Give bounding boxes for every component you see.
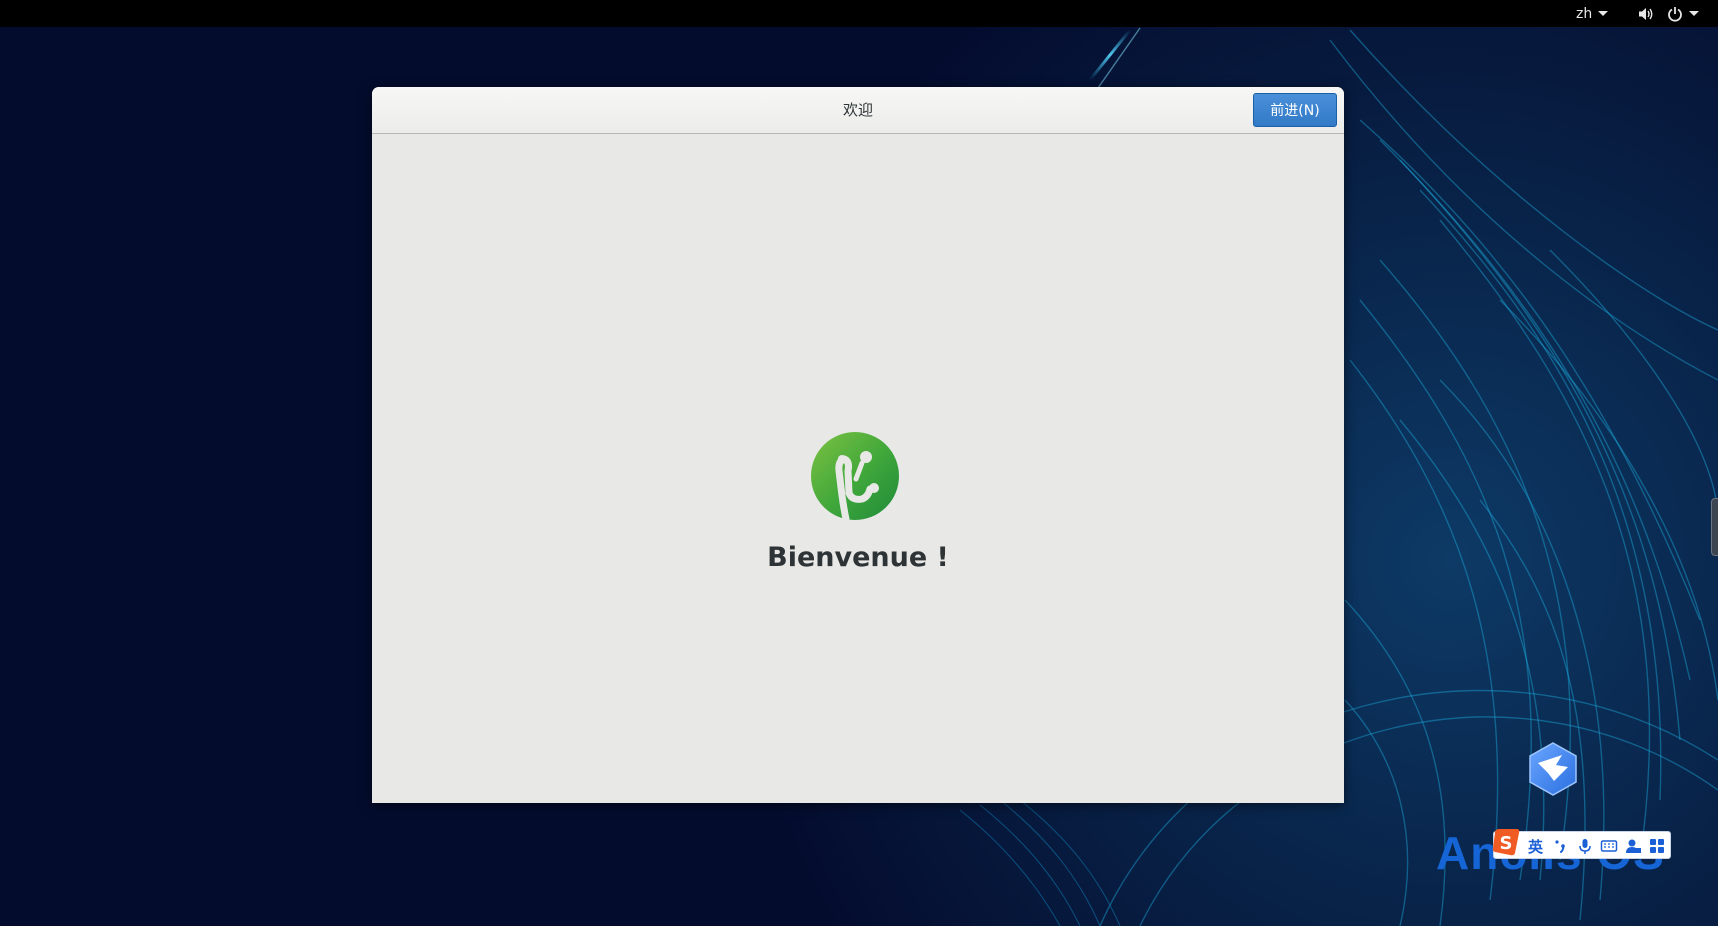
next-button[interactable]: 前进(N) bbox=[1253, 93, 1337, 127]
punctuation-icon[interactable] bbox=[1552, 837, 1570, 855]
power-icon bbox=[1668, 6, 1682, 22]
anolis-leaf-logo-icon bbox=[811, 432, 899, 521]
sogou-s-icon[interactable]: S bbox=[1491, 827, 1521, 857]
language-indicator[interactable]: zh bbox=[1576, 0, 1609, 27]
anolis-bird-logo-icon bbox=[1529, 742, 1577, 796]
side-panel-handle[interactable] bbox=[1711, 498, 1718, 556]
dialog-title: 欢迎 bbox=[842, 101, 873, 119]
grid-icon[interactable] bbox=[1648, 837, 1666, 855]
input-method-toolbar: S 英 bbox=[1492, 829, 1671, 859]
dialog-body: Bienvenue ! bbox=[372, 134, 1344, 803]
ime-mode-label[interactable]: 英 bbox=[1528, 836, 1543, 857]
welcome-heading: Bienvenue ! bbox=[767, 542, 949, 573]
language-label: zh bbox=[1576, 5, 1593, 22]
svg-text:S: S bbox=[1500, 833, 1513, 854]
volume-icon[interactable] bbox=[1637, 0, 1655, 27]
desktop: zh 欢迎 前进(N) Bienvenue ! S 英 bbox=[0, 0, 1718, 926]
power-menu[interactable] bbox=[1667, 0, 1699, 27]
user-icon[interactable] bbox=[1624, 837, 1642, 855]
chevron-down-icon bbox=[1689, 11, 1699, 16]
chevron-down-icon bbox=[1598, 11, 1609, 16]
keyboard-icon[interactable] bbox=[1600, 837, 1618, 855]
top-bar: zh bbox=[0, 0, 1718, 27]
microphone-icon[interactable] bbox=[1576, 837, 1594, 855]
dialog-header: 欢迎 前进(N) bbox=[372, 87, 1344, 134]
welcome-dialog: 欢迎 前进(N) Bienvenue ! bbox=[372, 87, 1344, 803]
